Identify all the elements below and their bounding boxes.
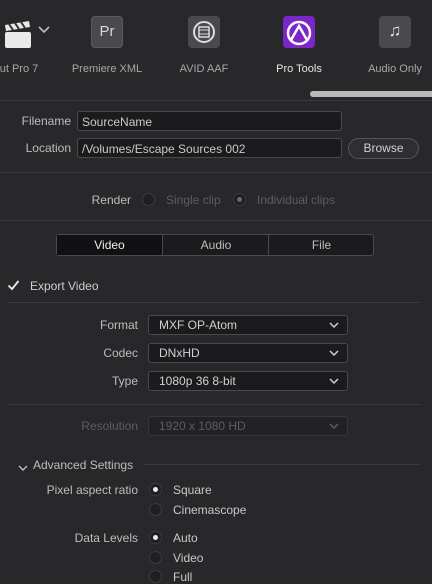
resolution-select[interactable]: 1920 x 1080 HD: [148, 416, 348, 436]
music-note-icon: ♫: [379, 16, 411, 48]
final-cut-clapper-icon: [3, 16, 35, 48]
advanced-settings-chevron-icon[interactable]: [18, 461, 28, 475]
render-single-clip-label: Single clip: [166, 193, 221, 207]
format-value: MXF OP-Atom: [159, 318, 238, 332]
divider: [8, 404, 420, 405]
settings-tabs: Video Audio File: [56, 234, 374, 256]
format-select[interactable]: MXF OP-Atom: [148, 315, 348, 335]
type-label: Type: [111, 374, 138, 388]
resolution-value: 1920 x 1080 HD: [159, 419, 246, 433]
render-individual-clips-radio[interactable]: [233, 193, 246, 206]
tab-file[interactable]: File: [268, 235, 374, 255]
filename-field[interactable]: SourceName: [77, 111, 342, 131]
codec-value: DNxHD: [159, 346, 200, 360]
render-presets-bar: ut Pro 7 Pr Premiere XML AVID AAF Pro To…: [0, 0, 432, 90]
divider: [145, 464, 421, 465]
premiere-pr-icon: Pr: [91, 16, 123, 48]
resolution-label: Resolution: [81, 419, 138, 433]
pixel-aspect-ratio-label: Pixel aspect ratio: [46, 483, 138, 497]
type-select[interactable]: 1080p 36 8-bit: [148, 371, 348, 391]
chevron-down-icon: [329, 322, 339, 329]
location-field[interactable]: /Volumes/Escape Sources 002: [77, 138, 342, 158]
codec-label: Codec: [103, 346, 138, 360]
checkmark-icon: [7, 280, 20, 291]
data-levels-label: Data Levels: [74, 531, 138, 545]
data-levels-auto-label: Auto: [173, 531, 198, 545]
data-levels-video-label: Video: [173, 551, 204, 565]
chevron-down-icon: [329, 423, 339, 430]
pixel-aspect-square-radio[interactable]: [149, 483, 162, 496]
pixel-aspect-square-label: Square: [173, 483, 212, 497]
advanced-settings-toggle[interactable]: Advanced Settings: [33, 458, 133, 472]
preset-pro-tools[interactable]: Pro Tools: [254, 16, 344, 75]
render-label: Render: [91, 193, 131, 207]
chevron-down-icon: [329, 378, 339, 385]
data-levels-full-label: Full: [173, 570, 193, 584]
export-video-label: Export Video: [30, 279, 99, 293]
preset-audio-only[interactable]: ♫ Audio Only: [350, 16, 432, 75]
pixel-aspect-cinemascope-radio[interactable]: [149, 503, 162, 516]
chevron-down-icon[interactable]: [38, 24, 50, 38]
tab-video[interactable]: Video: [57, 235, 162, 255]
preset-premiere-xml[interactable]: Pr Premiere XML: [62, 16, 152, 75]
preset-avid-aaf[interactable]: AVID AAF: [159, 16, 249, 75]
divider: [8, 302, 420, 303]
presets-scrollbar[interactable]: [310, 91, 432, 97]
format-label: Format: [99, 318, 138, 332]
render-individual-clips-label: Individual clips: [257, 193, 336, 207]
filename-label: Filename: [21, 114, 71, 128]
divider: [0, 172, 432, 173]
pro-tools-icon: [283, 16, 315, 48]
preset-final-cut[interactable]: ut Pro 7: [0, 16, 64, 75]
chevron-down-icon: [329, 350, 339, 357]
type-value: 1080p 36 8-bit: [159, 374, 236, 388]
tab-audio[interactable]: Audio: [162, 235, 269, 255]
render-single-clip-radio[interactable]: [142, 193, 155, 206]
location-label: Location: [25, 141, 71, 155]
avid-film-icon: [188, 16, 220, 48]
data-levels-auto-radio[interactable]: [149, 531, 162, 544]
divider: [0, 100, 432, 101]
codec-select[interactable]: DNxHD: [148, 343, 348, 363]
browse-button[interactable]: Browse: [348, 138, 419, 159]
export-video-checkbox[interactable]: [7, 279, 20, 292]
data-levels-video-radio[interactable]: [149, 551, 162, 564]
data-levels-full-radio[interactable]: [149, 570, 162, 583]
pixel-aspect-cinemascope-label: Cinemascope: [173, 503, 247, 517]
divider: [0, 220, 432, 221]
